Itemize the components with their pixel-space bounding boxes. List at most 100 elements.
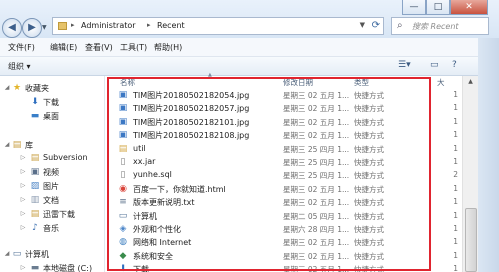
file-row[interactable]: ⬇ 下载 星期三 02 五月 1... 快捷方式 — [118, 263, 434, 272]
nav-music[interactable]: ▷ ♪ 音乐 — [0, 222, 104, 235]
collapse-icon[interactable]: ◢ — [2, 83, 12, 93]
nav-label: 图片 — [43, 182, 59, 191]
maximize-button[interactable]: □ — [426, 0, 450, 15]
nav-label: 库 — [25, 141, 33, 150]
nav-subversion[interactable]: ▷ ▤ Subversion — [0, 152, 104, 165]
file-size: 1 — [453, 224, 458, 233]
expand-icon[interactable]: ▷ — [18, 195, 28, 205]
documents-icon: ▥ — [30, 195, 40, 205]
help-icon[interactable]: ? — [452, 60, 457, 70]
nav-computer[interactable]: ◢ ▭ 计算机 — [0, 248, 104, 261]
address-bar[interactable]: ▸ Administrator ▸ Recent ▼ ⟳ — [52, 17, 384, 35]
refresh-icon[interactable]: ⟳ — [372, 20, 380, 31]
file-row[interactable]: ▭ 计算机 星期二 05 四月 1... 快捷方式 — [118, 210, 434, 223]
scroll-up-icon[interactable]: ▲ — [463, 76, 478, 88]
menu-file[interactable]: 文件(F) — [8, 42, 35, 53]
nav-label: 收藏夹 — [25, 84, 49, 93]
nav-videos[interactable]: ▷ ▣ 视频 — [0, 166, 104, 179]
expand-icon[interactable]: ▷ — [18, 223, 28, 233]
menu-edit[interactable]: 编辑(E) — [50, 42, 77, 53]
nav-label: 迅雷下载 — [43, 210, 75, 219]
file-name: 外观和个性化 — [133, 225, 181, 234]
expand-icon[interactable]: ▷ — [18, 209, 28, 219]
collapse-icon[interactable]: ◢ — [2, 249, 12, 259]
nav-desktop[interactable]: ▬ 桌面 — [0, 110, 104, 123]
file-row[interactable]: ▤ util 星期三 25 四月 1... 快捷方式 — [118, 143, 434, 156]
breadcrumb-administrator[interactable]: Administrator — [81, 21, 136, 30]
library-icon: ▤ — [12, 140, 22, 150]
column-header-size[interactable]: 大 — [437, 77, 445, 88]
menu-tools[interactable]: 工具(T) — [120, 42, 147, 53]
breadcrumb-separator[interactable]: ▸ — [147, 21, 151, 29]
menu-help[interactable]: 帮助(H) — [154, 42, 182, 53]
file-name: xx.jar — [133, 157, 156, 166]
expand-icon[interactable]: ▷ — [18, 153, 28, 163]
column-header-type[interactable]: 类型 — [354, 77, 369, 89]
nav-thunder-downloads[interactable]: ▷ ▤ 迅雷下载 — [0, 208, 104, 221]
column-header-date[interactable]: 修改日期 — [283, 77, 313, 89]
music-icon: ♪ — [32, 223, 38, 233]
image-shortcut-icon: ▣ — [118, 90, 128, 100]
window-controls: — □ ✕ — [402, 0, 488, 16]
vertical-scrollbar[interactable]: ▲ — [462, 76, 478, 272]
size-column: 大 1 1 1 1 1 1 2 1 1 1 1 1 1 1 — [437, 77, 461, 272]
file-row[interactable]: ▯ yunhe.sql 星期三 25 四月 1... 快捷方式 — [118, 169, 434, 182]
file-row[interactable]: ◆ 系统和安全 星期三 02 五月 1... 快捷方式 — [118, 250, 434, 263]
file-row[interactable]: ◍ 网络和 Internet 星期三 02 五月 1... 快捷方式 — [118, 236, 434, 249]
nav-favorites[interactable]: ◢ ★ 收藏夹 — [0, 82, 104, 95]
file-row[interactable]: ▣ TIM图片20180502182054.jpg 星期三 02 五月 1... 快捷… — [118, 89, 434, 102]
nav-libraries[interactable]: ◢ ▤ 库 — [0, 139, 104, 152]
file-shortcut-icon: ▯ — [120, 157, 126, 167]
column-header-name[interactable]: 名称 — [120, 77, 135, 89]
file-type: 快捷方式 — [354, 265, 384, 272]
file-row[interactable]: ◈ 外观和个性化 星期六 28 四月 1... 快捷方式 — [118, 223, 434, 236]
file-row[interactable]: ≡ 版本更新说明.txt 星期三 02 五月 1... 快捷方式 — [118, 196, 434, 209]
nav-documents[interactable]: ▷ ▥ 文档 — [0, 194, 104, 207]
file-type: 快捷方式 — [354, 198, 384, 208]
nav-label: 计算机 — [25, 250, 49, 259]
search-placeholder: 搜索 Recent — [412, 22, 459, 31]
recent-pages-dropdown-icon[interactable]: ▼ — [42, 24, 47, 31]
title-bar: — □ ✕ ◀ ▶ ▼ ▸ Administrator ▸ Recent ▼ ⟳… — [0, 0, 499, 38]
search-icon: ⌕ — [397, 20, 403, 31]
chrome-shortcut-icon: ◉ — [119, 183, 127, 194]
file-date: 星期六 28 四月 1... — [283, 225, 350, 234]
search-box[interactable]: ⌕ 搜索 Recent — [391, 17, 489, 35]
breadcrumb-separator[interactable]: ▸ — [71, 21, 75, 29]
nav-label: 文档 — [43, 196, 59, 205]
file-date: 星期三 25 四月 1... — [283, 158, 350, 167]
file-date: 星期三 02 五月 1... — [283, 117, 350, 127]
nav-label: 桌面 — [43, 112, 59, 121]
preview-pane-icon[interactable]: ▭ — [430, 60, 439, 70]
breadcrumb-recent[interactable]: Recent — [157, 21, 185, 30]
organize-button[interactable]: 组织 ▾ — [8, 61, 31, 72]
file-type: 快捷方式 — [354, 211, 384, 221]
file-row[interactable]: ▣ TIM图片20180502182101.jpg 星期三 02 五月 1... 快捷… — [118, 116, 434, 129]
minimize-button[interactable]: — — [402, 0, 426, 15]
expand-icon[interactable]: ▷ — [18, 167, 28, 177]
file-row[interactable]: ▣ TIM图片20180502182108.jpg 星期三 02 五月 1... 快捷… — [118, 129, 434, 142]
file-date: 星期三 02 五月 1... — [283, 104, 350, 114]
back-button[interactable]: ◀ — [2, 18, 22, 38]
file-row[interactable]: ◉ 百度一下，你就知道.html 星期三 02 五月 1... 快捷方式 — [118, 183, 434, 196]
file-row[interactable]: ▣ TIM图片20180502182057.jpg 星期三 02 五月 1... 快捷… — [118, 102, 434, 115]
nav-pictures[interactable]: ▷ ▨ 图片 — [0, 180, 104, 193]
file-name: TIM图片20180502182108.jpg — [133, 131, 250, 141]
nav-local-disk-c[interactable]: ▷ ▬ 本地磁盘 (C:) — [0, 262, 104, 272]
close-button[interactable]: ✕ — [450, 0, 488, 15]
scrollbar-thumb[interactable] — [465, 208, 477, 272]
collapse-icon[interactable]: ◢ — [2, 140, 12, 150]
nav-downloads[interactable]: ⬇ 下载 — [0, 96, 104, 109]
file-date: 星期三 02 五月 1... — [283, 198, 350, 208]
file-size: 1 — [453, 130, 458, 140]
expand-icon[interactable]: ▷ — [18, 181, 28, 191]
file-row[interactable]: ▯ xx.jar 星期三 25 四月 1... 快捷方式 — [118, 156, 434, 169]
expand-icon[interactable]: ▷ — [18, 263, 28, 272]
view-options-icon[interactable]: ☰▾ — [398, 60, 411, 70]
file-size: 1 — [453, 264, 458, 272]
address-dropdown-icon[interactable]: ▼ — [360, 21, 365, 29]
file-type: 快捷方式 — [354, 171, 384, 181]
file-name: TIM图片20180502182101.jpg — [133, 117, 250, 127]
forward-button[interactable]: ▶ — [22, 18, 42, 38]
menu-view[interactable]: 查看(V) — [85, 42, 113, 53]
